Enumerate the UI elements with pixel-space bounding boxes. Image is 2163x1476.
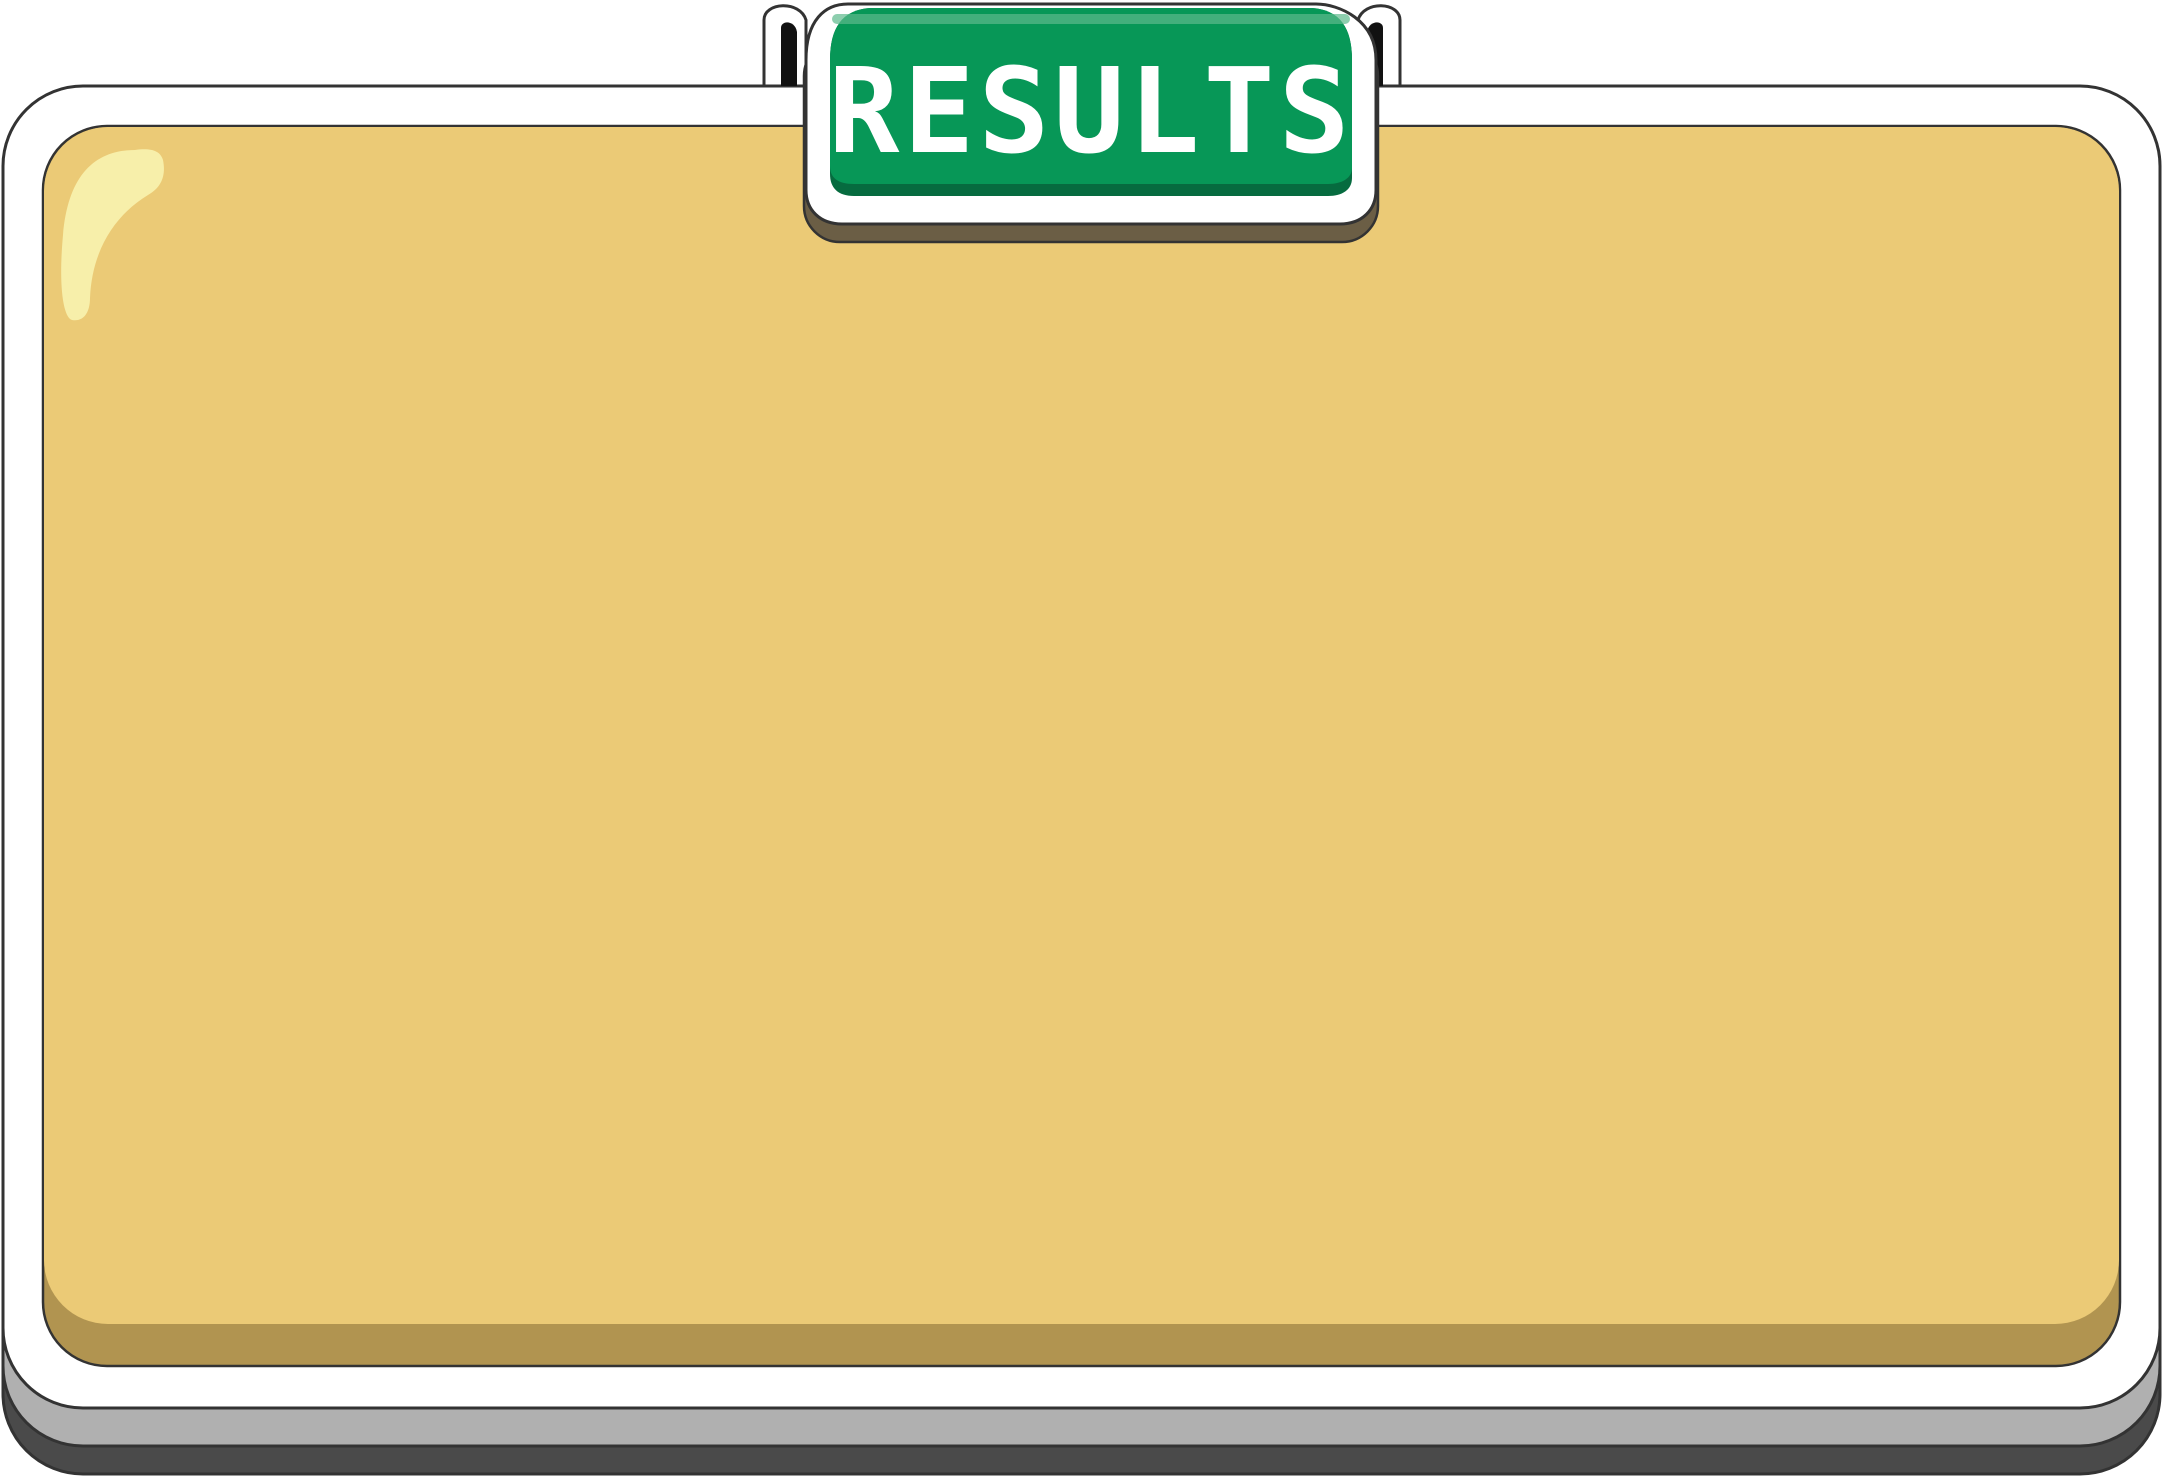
- banner-shine: [832, 14, 1350, 24]
- results-title: RESULTS: [828, 42, 1353, 180]
- results-screen: RESULTS: [0, 0, 2163, 1476]
- left-clip: [762, 4, 808, 88]
- results-panel-graphic: RESULTS: [1, 2, 2162, 1476]
- panel-face: [44, 127, 2119, 1324]
